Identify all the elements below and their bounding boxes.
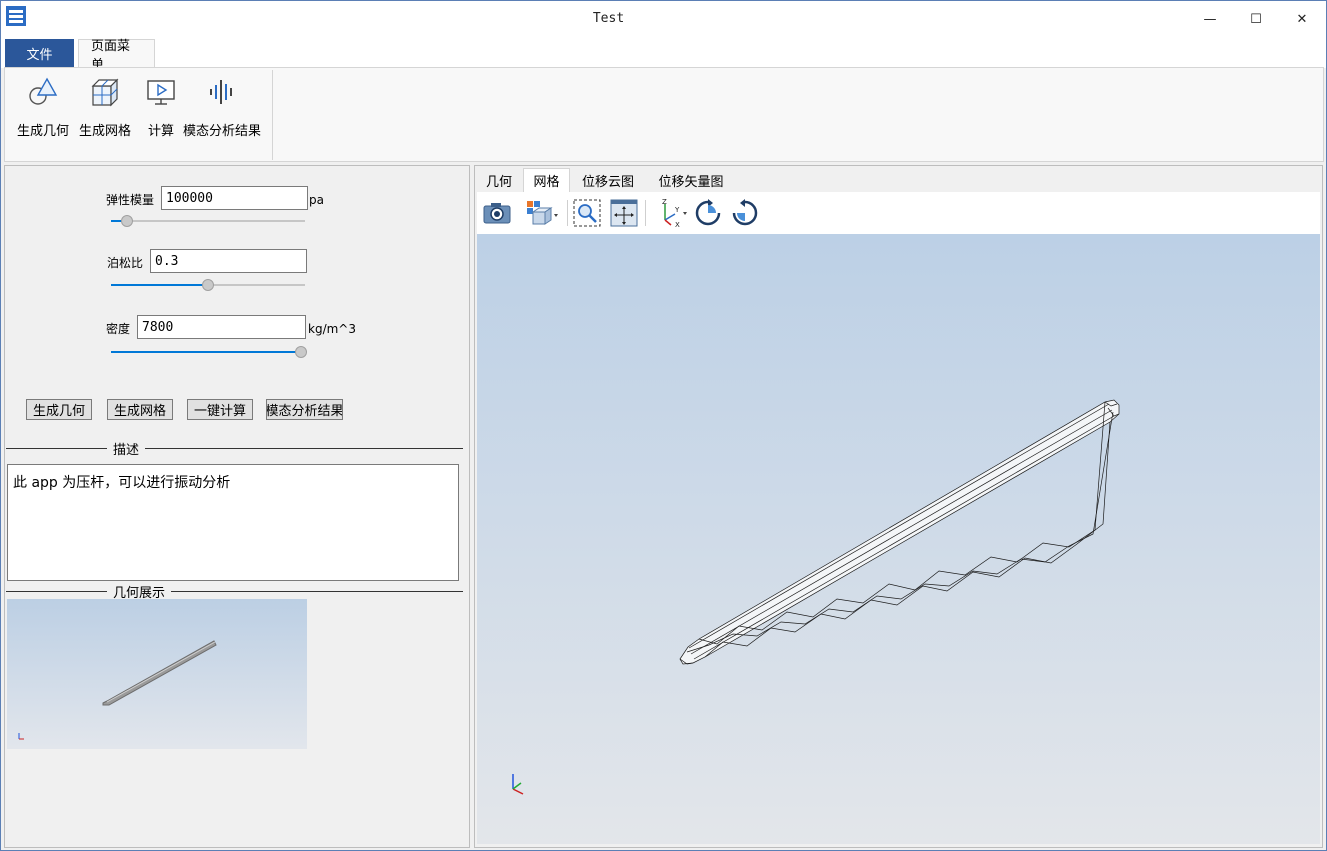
slider-track	[111, 220, 305, 222]
description-group-title: 描述	[107, 439, 146, 458]
tab-mesh[interactable]: 网格	[523, 168, 570, 192]
axes-orientation-icon[interactable]: Z Y X	[654, 198, 690, 228]
svg-text:Z: Z	[662, 198, 667, 206]
ribbon-generate-mesh-button[interactable]: 生成网格	[79, 74, 131, 139]
tab-geometry[interactable]: 几何	[477, 168, 521, 192]
compute-icon	[143, 74, 179, 110]
mesh-viewport[interactable]	[477, 234, 1320, 844]
camera-icon[interactable]	[482, 198, 512, 228]
parameter-panel: 弹性模量 pa 泊松比 密度 kg/m^3 生成几何 生成网格 一键计算 模态分…	[4, 165, 470, 848]
description-group-line	[6, 448, 463, 449]
poisson-ratio-label: 泊松比	[107, 256, 144, 270]
ribbon-button-label: 计算	[147, 124, 174, 139]
ribbon-separator	[272, 70, 273, 160]
geometry-group-line	[6, 591, 463, 592]
ribbon-compute-button[interactable]: 计算	[143, 74, 179, 139]
ribbon-button-label: 生成网格	[79, 124, 132, 139]
geometry-preview-model	[18, 640, 217, 740]
tab-displacement-contour[interactable]: 位移云图	[572, 168, 644, 192]
toolbar-separator	[567, 200, 568, 226]
generate-geometry-button[interactable]: 生成几何	[26, 399, 92, 420]
tab-displacement-vector[interactable]: 位移矢量图	[646, 168, 736, 192]
mesh-icon	[87, 74, 123, 110]
density-input[interactable]	[137, 315, 306, 339]
elastic-modulus-label: 弹性模量	[106, 193, 155, 207]
density-label: 密度	[106, 322, 131, 336]
slider-fill	[111, 351, 302, 353]
slider-thumb[interactable]	[295, 346, 308, 358]
elastic-modulus-input[interactable]	[161, 186, 308, 210]
window-title: Test	[592, 11, 625, 26]
modal-results-button[interactable]: 模态分析结果	[266, 399, 343, 420]
svg-text:X: X	[675, 221, 680, 228]
ribbon-button-label: 模态分析结果	[183, 124, 262, 139]
density-unit: kg/m^3	[308, 322, 356, 336]
generate-mesh-button[interactable]: 生成网格	[107, 399, 173, 420]
viewer-panel: 几何 网格 位移云图 位移矢量图 Z Y X	[474, 165, 1323, 848]
geometry-preview	[7, 599, 307, 749]
title-bar: Test — ☐ ✕	[1, 1, 1326, 37]
mesh-model	[512, 399, 1120, 795]
elastic-modulus-slider[interactable]	[111, 215, 305, 227]
ribbon-modal-results-button[interactable]: 模态分析结果	[183, 74, 261, 139]
tab-file[interactable]: 文件	[5, 39, 74, 68]
close-button[interactable]: ✕	[1279, 1, 1325, 37]
viewport-axes-icon	[512, 774, 524, 795]
fit-view-icon[interactable]	[609, 198, 639, 228]
ribbon-panel: 生成几何 生成网格 计算 模态分析结果	[4, 67, 1324, 162]
one-click-compute-button[interactable]: 一键计算	[187, 399, 253, 420]
elastic-modulus-unit: pa	[309, 193, 324, 207]
toolbar-separator	[645, 200, 646, 226]
tab-page-menu[interactable]: 页面菜单	[78, 39, 155, 73]
geometry-icon	[25, 74, 61, 110]
poisson-ratio-slider[interactable]	[111, 279, 305, 291]
poisson-ratio-input[interactable]	[150, 249, 307, 273]
modal-results-icon	[204, 74, 240, 110]
rotate-cw-icon[interactable]	[693, 198, 723, 228]
minimize-button[interactable]: —	[1187, 1, 1233, 37]
ribbon-tab-bar: 文件 页面菜单	[1, 37, 1326, 73]
app-window: Test — ☐ ✕ 文件 页面菜单 生成几何 生成网格 计算 模态分析结果 弹…	[0, 0, 1327, 851]
maximize-button[interactable]: ☐	[1233, 1, 1279, 37]
slider-thumb[interactable]	[120, 215, 133, 227]
rotate-ccw-icon[interactable]	[730, 198, 760, 228]
slider-fill	[111, 284, 208, 286]
viewer-toolbar: Z Y X	[477, 192, 1320, 234]
zoom-box-icon[interactable]	[572, 198, 602, 228]
view-cube-icon[interactable]	[524, 198, 562, 228]
ribbon-generate-geometry-button[interactable]: 生成几何	[17, 74, 69, 139]
slider-thumb[interactable]	[202, 279, 214, 291]
preview-axes-icon	[18, 733, 24, 740]
svg-text:Y: Y	[674, 206, 680, 214]
density-slider[interactable]	[111, 346, 308, 358]
description-text: 此 app 为压杆，可以进行振动分析	[7, 464, 459, 581]
ribbon-button-label: 生成几何	[17, 124, 70, 139]
